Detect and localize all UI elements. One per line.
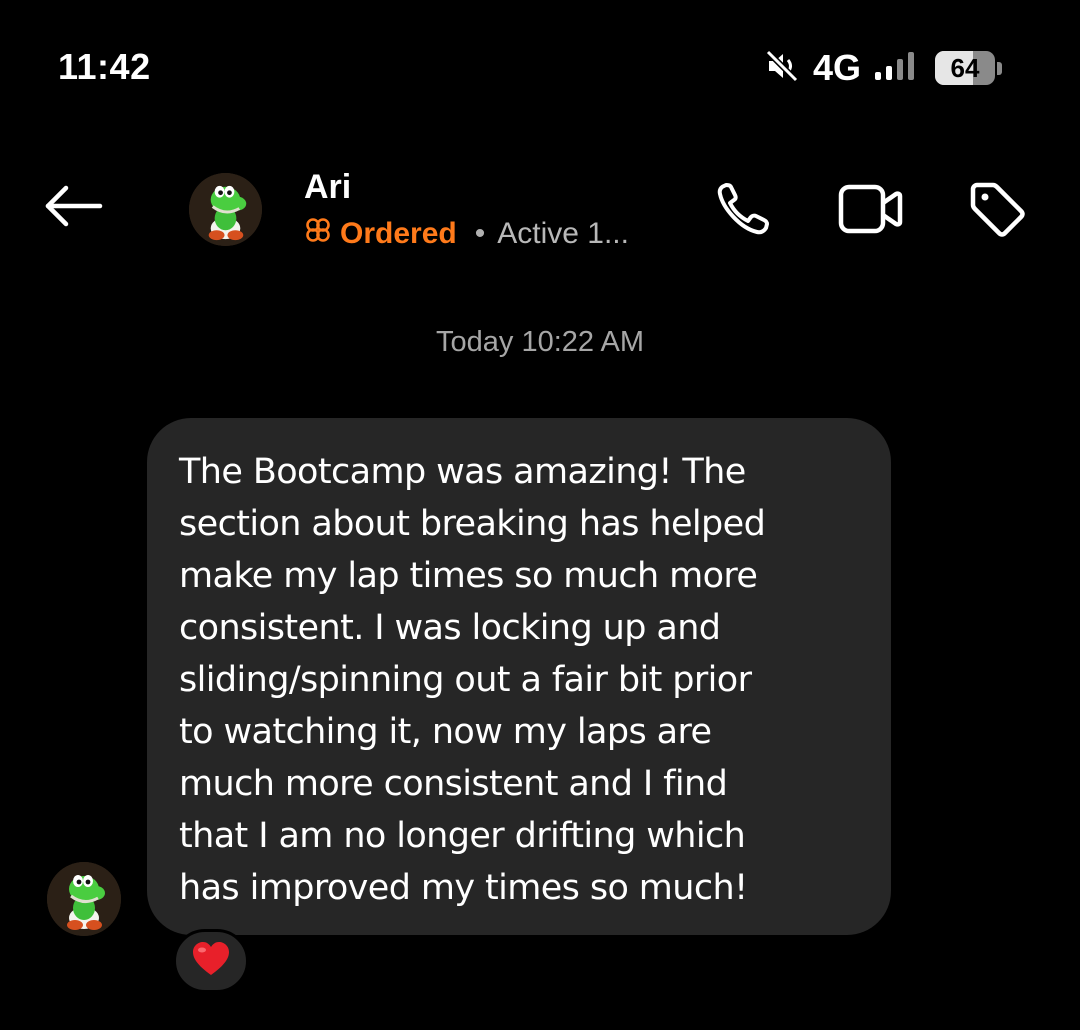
video-call-button[interactable] bbox=[835, 176, 905, 246]
message-reaction[interactable] bbox=[173, 929, 249, 993]
activity-status: Active 1... bbox=[497, 217, 629, 250]
heart-icon bbox=[191, 941, 231, 982]
contact-name[interactable]: Ari bbox=[304, 168, 351, 207]
message-timestamp: Today 10:22 AM bbox=[436, 326, 644, 358]
mute-icon bbox=[765, 49, 799, 88]
status-icons: 4G 64 bbox=[765, 46, 1002, 90]
message-bubble[interactable]: The Bootcamp was amazing! The section ab… bbox=[147, 418, 891, 935]
back-arrow-icon bbox=[42, 184, 104, 233]
message-text: The Bootcamp was amazing! The section ab… bbox=[179, 452, 766, 908]
contact-avatar[interactable] bbox=[189, 173, 262, 246]
sender-avatar[interactable] bbox=[47, 862, 121, 936]
status-separator: • bbox=[474, 217, 486, 250]
network-type: 4G bbox=[812, 47, 861, 88]
phone-icon bbox=[712, 178, 774, 245]
order-status: Ordered bbox=[340, 217, 457, 250]
status-time: 11:42 bbox=[58, 46, 151, 87]
battery-icon: 64 bbox=[935, 51, 1002, 85]
battery-level: 64 bbox=[950, 52, 980, 83]
tag-icon bbox=[965, 177, 1029, 246]
contact-status: Ordered • Active 1... bbox=[304, 214, 629, 254]
signal-icon bbox=[875, 50, 921, 87]
order-badge-icon bbox=[304, 216, 332, 252]
back-button[interactable] bbox=[40, 180, 106, 236]
video-icon bbox=[836, 181, 904, 242]
call-button[interactable] bbox=[708, 176, 778, 246]
tag-button[interactable] bbox=[962, 176, 1032, 246]
